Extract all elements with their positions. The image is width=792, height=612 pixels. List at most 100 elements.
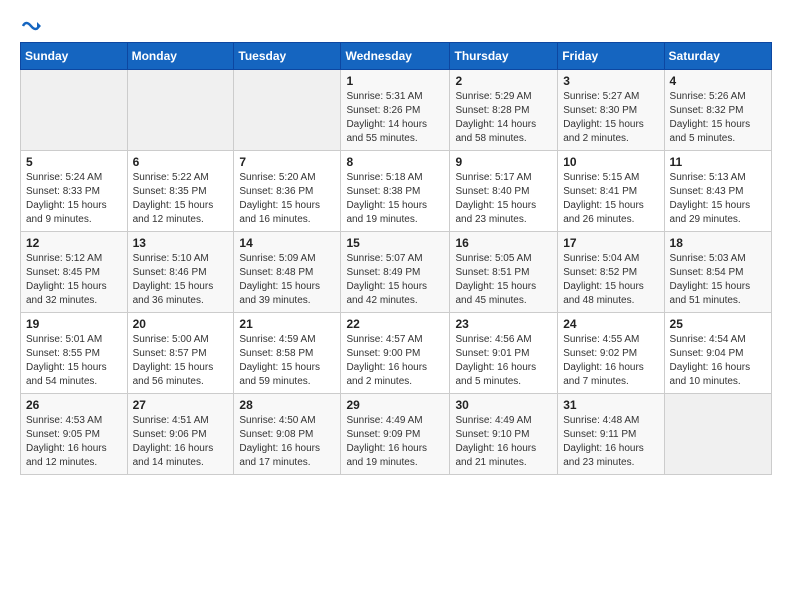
calendar-cell: 31 Sunrise: 4:48 AM Sunset: 9:11 PM Dayli… xyxy=(558,394,664,475)
calendar-week-1: 1 Sunrise: 5:31 AM Sunset: 8:26 PM Daylig… xyxy=(21,70,772,151)
day-info: Sunrise: 5:26 AM Sunset: 8:32 PM Dayligh… xyxy=(670,90,766,146)
calendar-cell: 21 Sunrise: 4:59 AM Sunset: 8:58 PM Dayli… xyxy=(234,313,341,394)
day-info: Sunrise: 4:57 AM Sunset: 9:00 PM Dayligh… xyxy=(346,333,444,389)
calendar-cell: 26 Sunrise: 4:53 AM Sunset: 9:05 PM Dayli… xyxy=(21,394,128,475)
calendar-table: SundayMondayTuesdayWednesdayThursdayFrid… xyxy=(20,42,772,475)
day-info: Sunrise: 5:20 AM Sunset: 8:36 PM Dayligh… xyxy=(239,171,335,227)
day-info: Sunrise: 4:59 AM Sunset: 8:58 PM Dayligh… xyxy=(239,333,335,389)
day-number: 26 xyxy=(26,398,122,412)
calendar-cell: 30 Sunrise: 4:49 AM Sunset: 9:10 PM Dayli… xyxy=(450,394,558,475)
day-info: Sunrise: 4:51 AM Sunset: 9:06 PM Dayligh… xyxy=(133,414,229,470)
day-info: Sunrise: 5:03 AM Sunset: 8:54 PM Dayligh… xyxy=(670,252,766,308)
day-number: 6 xyxy=(133,155,229,169)
calendar-header-row: SundayMondayTuesdayWednesdayThursdayFrid… xyxy=(21,43,772,70)
day-number: 5 xyxy=(26,155,122,169)
day-number: 11 xyxy=(670,155,766,169)
calendar-cell: 20 Sunrise: 5:00 AM Sunset: 8:57 PM Dayli… xyxy=(127,313,234,394)
calendar-week-3: 12Sunrise: 5:12 AM Sunset: 8:45 PM Dayli… xyxy=(21,232,772,313)
day-info: Sunrise: 4:56 AM Sunset: 9:01 PM Dayligh… xyxy=(455,333,552,389)
day-info: Sunrise: 5:15 AM Sunset: 8:41 PM Dayligh… xyxy=(563,171,658,227)
calendar-cell: 19 Sunrise: 5:01 AM Sunset: 8:55 PM Dayli… xyxy=(21,313,128,394)
calendar-week-5: 26 Sunrise: 4:53 AM Sunset: 9:05 PM Dayli… xyxy=(21,394,772,475)
day-info: Sunrise: 5:09 AM Sunset: 8:48 PM Dayligh… xyxy=(239,252,335,308)
calendar-cell: 2 Sunrise: 5:29 AM Sunset: 8:28 PM Daylig… xyxy=(450,70,558,151)
day-info: Sunrise: 4:49 AM Sunset: 9:10 PM Dayligh… xyxy=(455,414,552,470)
day-number: 24 xyxy=(563,317,658,331)
day-number: 10 xyxy=(563,155,658,169)
day-info: Sunrise: 5:27 AM Sunset: 8:30 PM Dayligh… xyxy=(563,90,658,146)
day-number: 9 xyxy=(455,155,552,169)
calendar-cell: 17Sunrise: 5:04 AM Sunset: 8:52 PM Dayli… xyxy=(558,232,664,313)
logo xyxy=(20,16,42,36)
day-number: 25 xyxy=(670,317,766,331)
calendar-cell: 8 Sunrise: 5:18 AM Sunset: 8:38 PM Daylig… xyxy=(341,151,450,232)
day-number: 13 xyxy=(133,236,229,250)
calendar-cell xyxy=(21,70,128,151)
day-info: Sunrise: 5:18 AM Sunset: 8:38 PM Dayligh… xyxy=(346,171,444,227)
header-monday: Monday xyxy=(127,43,234,70)
day-info: Sunrise: 4:54 AM Sunset: 9:04 PM Dayligh… xyxy=(670,333,766,389)
calendar-cell: 23 Sunrise: 4:56 AM Sunset: 9:01 PM Dayli… xyxy=(450,313,558,394)
calendar-cell: 6 Sunrise: 5:22 AM Sunset: 8:35 PM Daylig… xyxy=(127,151,234,232)
calendar-cell: 18 Sunrise: 5:03 AM Sunset: 8:54 PM Dayli… xyxy=(664,232,771,313)
day-info: Sunrise: 5:31 AM Sunset: 8:26 PM Dayligh… xyxy=(346,90,444,146)
day-info: Sunrise: 5:01 AM Sunset: 8:55 PM Dayligh… xyxy=(26,333,122,389)
day-info: Sunrise: 5:10 AM Sunset: 8:46 PM Dayligh… xyxy=(133,252,229,308)
day-info: Sunrise: 5:07 AM Sunset: 8:49 PM Dayligh… xyxy=(346,252,444,308)
day-info: Sunrise: 5:24 AM Sunset: 8:33 PM Dayligh… xyxy=(26,171,122,227)
header-wednesday: Wednesday xyxy=(341,43,450,70)
day-number: 23 xyxy=(455,317,552,331)
calendar-week-4: 19 Sunrise: 5:01 AM Sunset: 8:55 PM Dayli… xyxy=(21,313,772,394)
calendar-cell: 10 Sunrise: 5:15 AM Sunset: 8:41 PM Dayli… xyxy=(558,151,664,232)
day-info: Sunrise: 5:05 AM Sunset: 8:51 PM Dayligh… xyxy=(455,252,552,308)
day-number: 16 xyxy=(455,236,552,250)
page-header xyxy=(20,16,772,36)
day-number: 17 xyxy=(563,236,658,250)
day-number: 18 xyxy=(670,236,766,250)
calendar-cell: 3 Sunrise: 5:27 AM Sunset: 8:30 PM Daylig… xyxy=(558,70,664,151)
calendar-cell: 11 Sunrise: 5:13 AM Sunset: 8:43 PM Dayli… xyxy=(664,151,771,232)
calendar-cell: 4 Sunrise: 5:26 AM Sunset: 8:32 PM Daylig… xyxy=(664,70,771,151)
calendar-cell xyxy=(234,70,341,151)
day-number: 19 xyxy=(26,317,122,331)
calendar-cell: 25 Sunrise: 4:54 AM Sunset: 9:04 PM Dayli… xyxy=(664,313,771,394)
logo-wave-icon xyxy=(21,16,41,36)
calendar-cell xyxy=(664,394,771,475)
header-friday: Friday xyxy=(558,43,664,70)
day-info: Sunrise: 5:17 AM Sunset: 8:40 PM Dayligh… xyxy=(455,171,552,227)
calendar-cell: 13 Sunrise: 5:10 AM Sunset: 8:46 PM Dayli… xyxy=(127,232,234,313)
day-number: 15 xyxy=(346,236,444,250)
day-number: 2 xyxy=(455,74,552,88)
calendar-cell: 16 Sunrise: 5:05 AM Sunset: 8:51 PM Dayli… xyxy=(450,232,558,313)
day-info: Sunrise: 5:00 AM Sunset: 8:57 PM Dayligh… xyxy=(133,333,229,389)
day-info: Sunrise: 4:48 AM Sunset: 9:11 PM Dayligh… xyxy=(563,414,658,470)
calendar-cell: 22Sunrise: 4:57 AM Sunset: 9:00 PM Dayli… xyxy=(341,313,450,394)
day-number: 4 xyxy=(670,74,766,88)
calendar-week-2: 5 Sunrise: 5:24 AM Sunset: 8:33 PM Daylig… xyxy=(21,151,772,232)
day-info: Sunrise: 4:49 AM Sunset: 9:09 PM Dayligh… xyxy=(346,414,444,470)
day-number: 8 xyxy=(346,155,444,169)
calendar-cell: 12Sunrise: 5:12 AM Sunset: 8:45 PM Dayli… xyxy=(21,232,128,313)
day-info: Sunrise: 4:53 AM Sunset: 9:05 PM Dayligh… xyxy=(26,414,122,470)
day-info: Sunrise: 5:22 AM Sunset: 8:35 PM Dayligh… xyxy=(133,171,229,227)
day-number: 31 xyxy=(563,398,658,412)
day-number: 21 xyxy=(239,317,335,331)
day-info: Sunrise: 5:29 AM Sunset: 8:28 PM Dayligh… xyxy=(455,90,552,146)
calendar-cell: 24Sunrise: 4:55 AM Sunset: 9:02 PM Dayli… xyxy=(558,313,664,394)
day-number: 30 xyxy=(455,398,552,412)
calendar-cell: 27 Sunrise: 4:51 AM Sunset: 9:06 PM Dayli… xyxy=(127,394,234,475)
day-number: 27 xyxy=(133,398,229,412)
calendar-cell: 7 Sunrise: 5:20 AM Sunset: 8:36 PM Daylig… xyxy=(234,151,341,232)
logo-text xyxy=(20,16,42,36)
header-saturday: Saturday xyxy=(664,43,771,70)
header-tuesday: Tuesday xyxy=(234,43,341,70)
day-info: Sunrise: 5:12 AM Sunset: 8:45 PM Dayligh… xyxy=(26,252,122,308)
calendar-cell xyxy=(127,70,234,151)
day-number: 3 xyxy=(563,74,658,88)
day-number: 1 xyxy=(346,74,444,88)
calendar-cell: 15 Sunrise: 5:07 AM Sunset: 8:49 PM Dayli… xyxy=(341,232,450,313)
day-number: 20 xyxy=(133,317,229,331)
calendar-cell: 28Sunrise: 4:50 AM Sunset: 9:08 PM Dayli… xyxy=(234,394,341,475)
day-info: Sunrise: 5:13 AM Sunset: 8:43 PM Dayligh… xyxy=(670,171,766,227)
day-number: 7 xyxy=(239,155,335,169)
